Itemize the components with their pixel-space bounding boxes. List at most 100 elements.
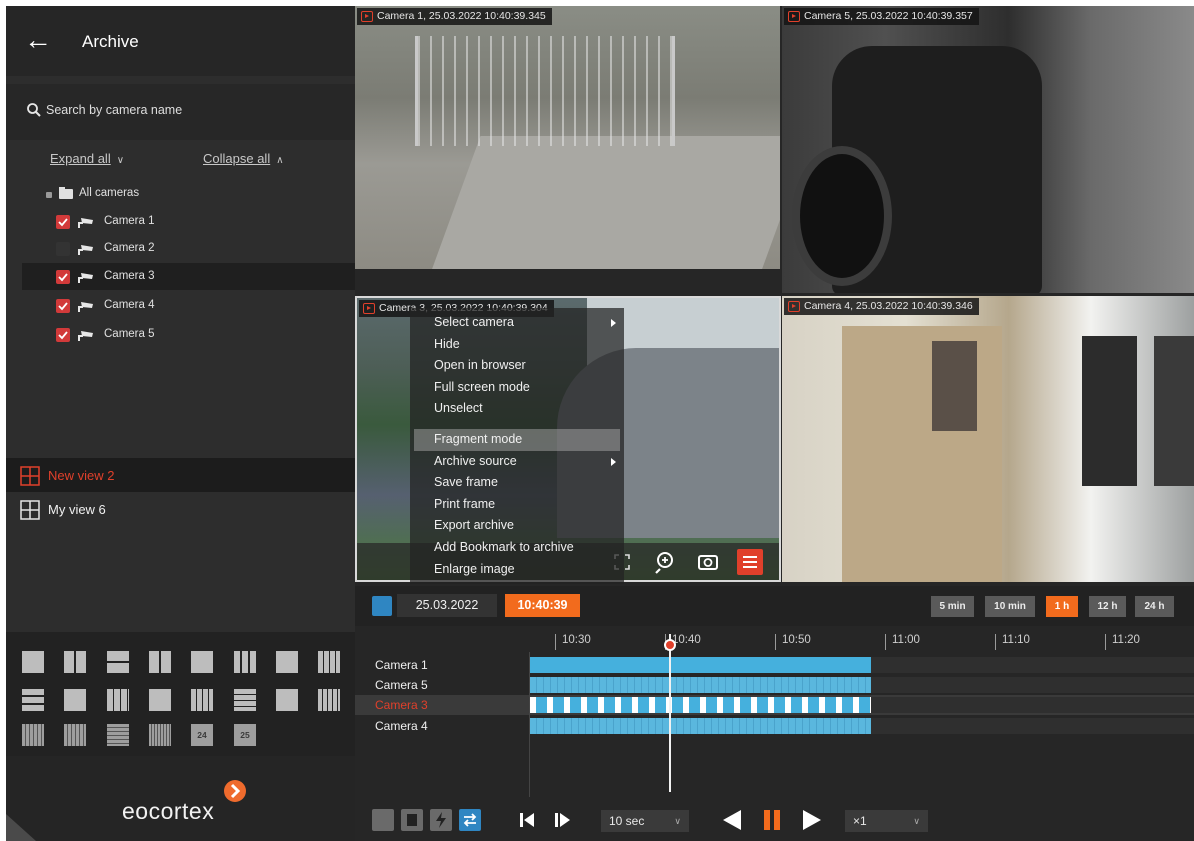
motion-filter-icon[interactable]	[372, 809, 394, 831]
time-field[interactable]: 10:40:39	[505, 594, 580, 617]
timeline-row-label: Camera 3	[375, 698, 428, 712]
menu-item-select-camera[interactable]: Select camera	[410, 312, 624, 334]
tree-camera-1[interactable]: Camera 1	[22, 208, 355, 235]
menu-item-enlarge-image[interactable]: Enlarge image	[410, 559, 624, 581]
tree-camera-4[interactable]: Camera 4	[22, 292, 355, 319]
archive-segment[interactable]	[530, 657, 871, 673]
layout-7x7-icon[interactable]	[64, 724, 86, 746]
timeline-row-camera-4[interactable]: Camera 4	[355, 716, 1194, 736]
layout-1p7-icon[interactable]	[22, 689, 44, 711]
scale-1h-button[interactable]: 1 h	[1046, 596, 1078, 617]
layout-8x8-icon[interactable]	[107, 724, 129, 746]
view-item-new-view-2[interactable]: New view 2	[6, 458, 355, 492]
expand-all-link[interactable]: Expand all ∨	[50, 151, 124, 166]
menu-item-open-in-browser[interactable]: Open in browser	[410, 355, 624, 377]
layout-4x3-icon[interactable]	[191, 689, 213, 711]
snapshot-icon[interactable]	[695, 549, 721, 575]
tree-camera-3[interactable]: Camera 3	[22, 263, 355, 290]
menu-item-unselect[interactable]: Unselect	[410, 398, 624, 420]
search-input[interactable]: Search by camera name	[46, 103, 182, 117]
scale-10min-button[interactable]: 10 min	[985, 596, 1035, 617]
layout-6x6-icon[interactable]	[22, 724, 44, 746]
next-frame-icon[interactable]	[551, 809, 573, 831]
camera-1-checkbox[interactable]	[56, 215, 70, 229]
back-arrow-icon[interactable]: ←	[24, 26, 52, 54]
play-forward-icon[interactable]	[799, 807, 825, 833]
menu-item-archive-source[interactable]: Archive source	[410, 451, 624, 473]
layout-2p8-icon[interactable]	[276, 689, 298, 711]
event-bolt-icon[interactable]	[430, 809, 452, 831]
layout-3x4-icon[interactable]	[234, 689, 256, 711]
layout-1p3-icon[interactable]	[191, 651, 213, 673]
layout-25-button[interactable]: 25	[234, 724, 256, 746]
step-select[interactable]: 10 sec ∨	[601, 810, 689, 832]
speed-select[interactable]: ×1 ∨	[845, 810, 928, 832]
menu-item-add-bookmark[interactable]: Add Bookmark to archive	[410, 537, 624, 559]
camera-2-checkbox[interactable]	[56, 242, 70, 256]
prev-frame-icon[interactable]	[515, 809, 537, 831]
tile-caption: Camera 5, 25.03.2022 10:40:39.357	[784, 8, 979, 25]
menu-item-hide[interactable]: Hide	[410, 334, 624, 356]
video-tile-camera-1[interactable]: Camera 1, 25.03.2022 10:40:39.345	[355, 6, 780, 269]
layout-1x2-icon[interactable]	[64, 651, 86, 673]
camera-3-checkbox[interactable]	[56, 270, 70, 284]
archive-segment[interactable]	[530, 718, 871, 734]
time-ruler[interactable]: 10:30 10:40 10:50 11:00 11:10 11:20	[530, 626, 1194, 654]
layout-1p5-icon[interactable]	[276, 651, 298, 673]
collapse-all-link[interactable]: Collapse all ∧	[203, 151, 284, 166]
playback-controls: 10 sec ∨ ×1 ∨	[355, 798, 1194, 841]
chevron-down-icon: ∨	[674, 816, 681, 826]
bookmark-icon[interactable]	[401, 809, 423, 831]
layout-4x4-icon[interactable]	[318, 651, 340, 673]
timeline-row-label: Camera 4	[375, 719, 428, 733]
ruler-tick: 11:20	[1105, 634, 1140, 650]
tile-menu-button[interactable]	[737, 549, 763, 575]
menu-item-save-frame[interactable]: Save frame	[410, 472, 624, 494]
timeline-row-label: Camera 5	[375, 678, 428, 692]
zoom-in-icon[interactable]	[653, 549, 679, 575]
menu-item-fragment-mode[interactable]: Fragment mode	[414, 428, 620, 451]
view-item-my-view-6[interactable]: My view 6	[6, 492, 355, 526]
video-tile-camera-5[interactable]: Camera 5, 25.03.2022 10:40:39.357	[782, 6, 1194, 293]
layout-1x1-icon[interactable]	[22, 651, 44, 673]
calendar-icon[interactable]	[372, 596, 392, 616]
timeline-row-camera-1[interactable]: Camera 1	[355, 655, 1194, 675]
tree-camera-5[interactable]: Camera 5	[22, 321, 355, 348]
menu-item-print-frame[interactable]: Print frame	[410, 494, 624, 516]
layout-9x9-icon[interactable]	[149, 724, 171, 746]
resize-corner-icon[interactable]	[6, 814, 36, 841]
sync-icon[interactable]	[459, 809, 481, 831]
layout-2x2-icon[interactable]	[149, 651, 171, 673]
menu-item-full-screen-mode[interactable]: Full screen mode	[410, 377, 624, 399]
layout-1p12-icon[interactable]	[149, 689, 171, 711]
archive-segment[interactable]	[530, 677, 871, 693]
timeline-empty-track	[871, 657, 1194, 673]
timeline-empty-track	[871, 697, 1194, 713]
date-field[interactable]: 25.03.2022	[397, 594, 497, 617]
scale-12h-button[interactable]: 12 h	[1089, 596, 1126, 617]
tree-camera-2[interactable]: Camera 2	[22, 235, 355, 262]
layout-2x1-icon[interactable]	[107, 651, 129, 673]
menu-item-export-archive[interactable]: Export archive	[410, 515, 624, 537]
timeline-header: 25.03.2022 10:40:39 5 min 10 min 1 h 12 …	[355, 586, 1194, 626]
archive-segment[interactable]	[530, 697, 871, 713]
camera-search[interactable]: Search by camera name	[6, 84, 355, 140]
pause-icon[interactable]	[759, 807, 785, 833]
camera-4-checkbox[interactable]	[56, 299, 70, 313]
playhead-handle[interactable]	[664, 639, 676, 651]
tree-root[interactable]: All cameras	[22, 181, 355, 208]
video-tile-camera-4[interactable]: Camera 4, 25.03.2022 10:40:39.346	[782, 296, 1194, 582]
layout-5x4-icon[interactable]	[318, 689, 340, 711]
layout-3x3-icon[interactable]	[234, 651, 256, 673]
camera-5-checkbox[interactable]	[56, 328, 70, 342]
timeline-row-camera-3[interactable]: Camera 3	[355, 695, 1194, 715]
layout-1p8-icon[interactable]	[64, 689, 86, 711]
layout-24-button[interactable]: 24	[191, 724, 213, 746]
play-backward-icon[interactable]	[719, 807, 745, 833]
layout-1p9-icon[interactable]	[107, 689, 129, 711]
playhead[interactable]	[669, 634, 671, 792]
scale-24h-button[interactable]: 24 h	[1135, 596, 1174, 617]
scale-5min-button[interactable]: 5 min	[931, 596, 974, 617]
record-icon	[788, 11, 800, 22]
timeline-row-camera-5[interactable]: Camera 5	[355, 675, 1194, 695]
